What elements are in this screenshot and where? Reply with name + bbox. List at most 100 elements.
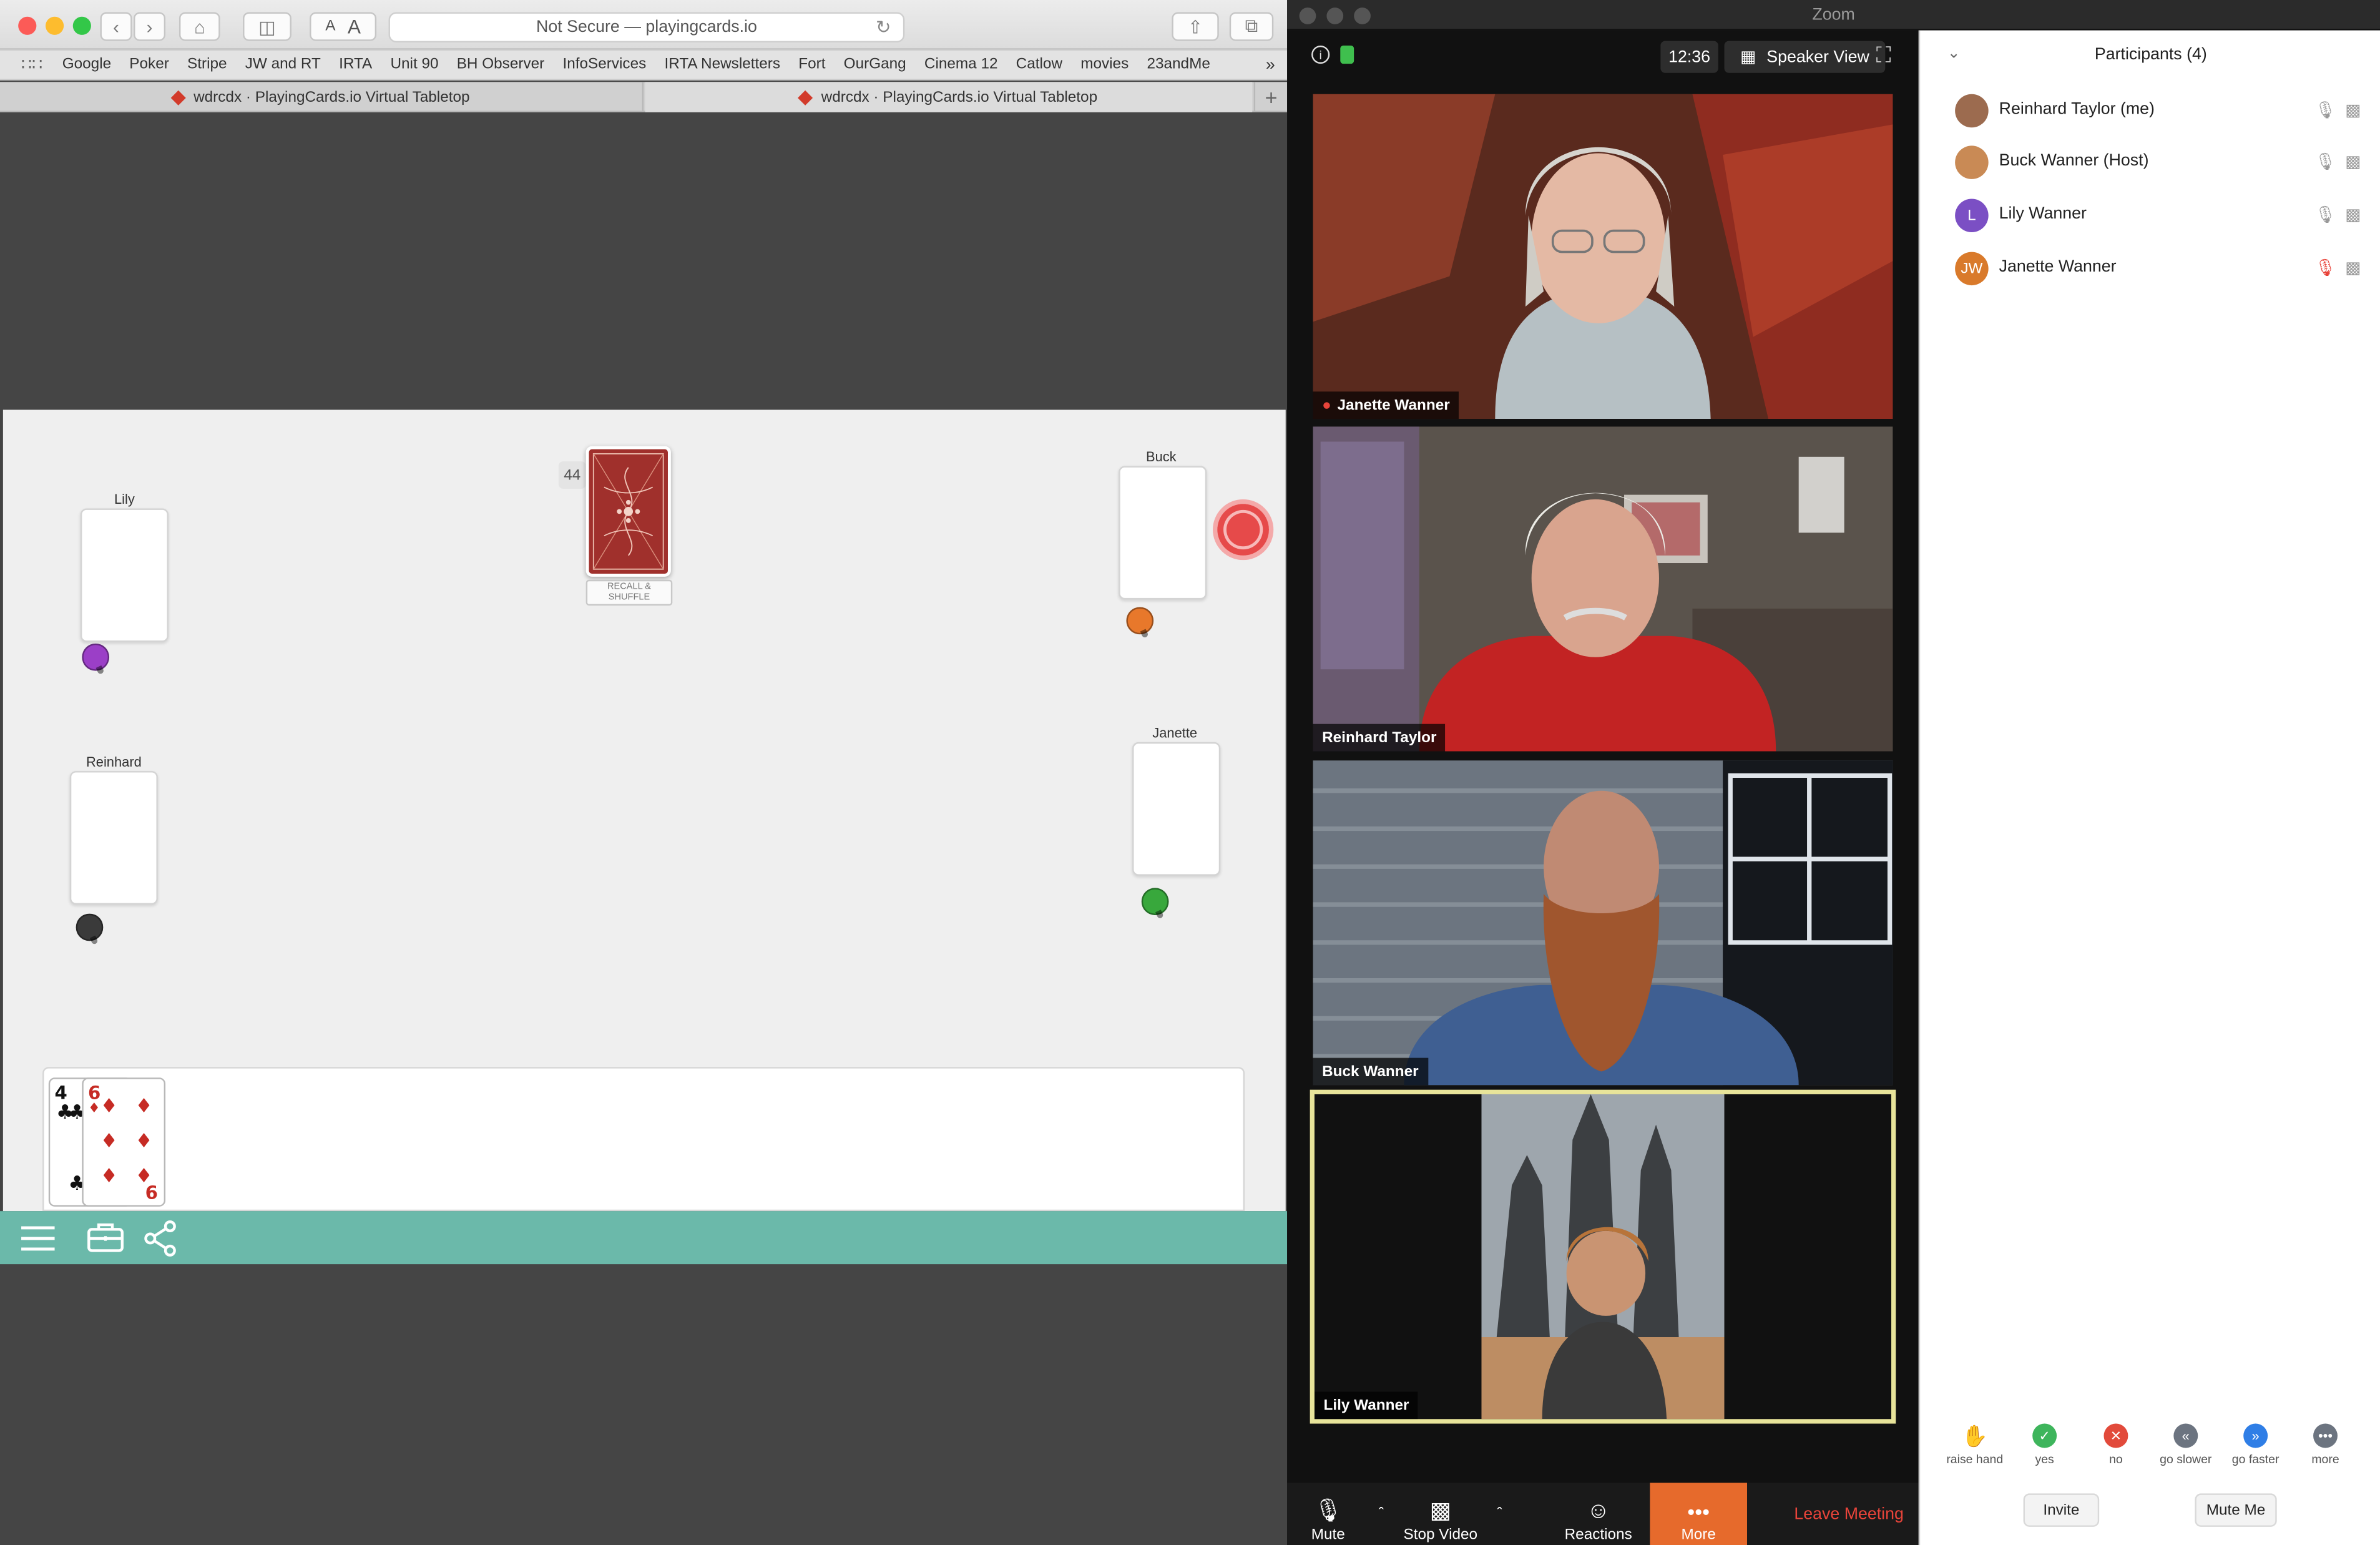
tab-overview-button[interactable]: ⧉ [1229, 12, 1274, 41]
bookmark-ourgang[interactable]: OurGang [844, 56, 906, 73]
reload-icon[interactable]: ↻ [876, 17, 891, 38]
player-slot-buck[interactable] [1119, 466, 1207, 600]
muted-mic-icon: ● [1322, 396, 1331, 414]
bookmark-infoservices[interactable]: InfoServices [562, 56, 646, 73]
chevron-up-icon: ˆ [1378, 1504, 1384, 1522]
deck-count-badge: 44 [558, 461, 586, 489]
close-window-button[interactable] [1299, 7, 1316, 24]
text-size-control[interactable]: AA [310, 12, 377, 41]
video-tile-buck[interactable]: Buck Wanner [1313, 760, 1893, 1086]
share-button[interactable]: ⇧ [1172, 12, 1219, 41]
forward-button[interactable]: › [133, 12, 166, 41]
leave-meeting-button[interactable]: Leave Meeting [1794, 1483, 1904, 1545]
bookmark-irta[interactable]: IRTA [339, 56, 372, 73]
playing-card-6-diamonds[interactable]: 6 ♦ ♦ ♦ ♦ ♦ ♦ ♦ 6 [82, 1077, 166, 1207]
reactions-button[interactable]: ☺ Reactions [1560, 1483, 1637, 1545]
video-camera-icon[interactable]: ▩ [2345, 100, 2361, 120]
go-faster-button[interactable]: » go faster [2221, 1423, 2291, 1466]
bookmark-23andme[interactable]: 23andMe [1147, 56, 1210, 73]
bookmark-fort[interactable]: Fort [798, 56, 825, 73]
reaction-label: yes [2035, 1452, 2054, 1466]
bookmark-bh-observer[interactable]: BH Observer [457, 56, 545, 73]
view-label: Speaker View [1766, 47, 1869, 66]
grid-icon[interactable]: ∷∷ [21, 55, 42, 74]
participant-row[interactable]: Reinhard Taylor (me) 🎙 ▩ [1920, 85, 2380, 137]
bookmark-movies[interactable]: movies [1080, 56, 1129, 73]
minimize-window-button[interactable] [1326, 7, 1344, 24]
player-slot-lily[interactable] [80, 508, 169, 642]
zoom-window-button[interactable] [72, 16, 91, 35]
diamond-suit-icon: ♦ [100, 1096, 118, 1119]
player-pin-janette[interactable] [1141, 888, 1169, 916]
briefcase-icon[interactable] [87, 1222, 125, 1253]
sidebar-button[interactable]: ◫ [243, 12, 291, 41]
tab-1[interactable]: wdrcdx · PlayingCards.io Virtual Tableto… [0, 82, 644, 112]
participant-row[interactable]: JW Janette Wanner 🎙 ▩ [1920, 243, 2380, 295]
video-options-button[interactable]: ˆ [1489, 1483, 1511, 1545]
video-camera-icon[interactable]: ▩ [2345, 258, 2361, 278]
player-pin-lily[interactable] [82, 643, 110, 671]
player-hand[interactable]: 4 ♣ ♣ ♣ 6 ♦ ♦ ♦ ♦ ♦ ♦ ♦ 6 [42, 1067, 1245, 1212]
bookmark-poker[interactable]: Poker [129, 56, 169, 73]
new-tab-button[interactable]: + [1253, 82, 1287, 112]
chevron-right-icon: › [146, 16, 153, 37]
back-button[interactable]: ‹ [100, 12, 132, 41]
mute-button[interactable]: 🎙 Mute [1305, 1483, 1351, 1545]
zoom-window-button[interactable] [1354, 7, 1371, 24]
microphone-icon[interactable]: 🎙 [2314, 100, 2336, 120]
card-deck[interactable] [585, 446, 671, 577]
video-tile-reinhard[interactable]: Reinhard Taylor [1313, 426, 1893, 752]
minimize-window-button[interactable] [45, 16, 64, 35]
stop-video-button[interactable]: ▩ Stop Video [1401, 1483, 1480, 1545]
video-tile-lily-active-speaker[interactable]: Lily Wanner [1310, 1089, 1896, 1424]
address-bar[interactable]: Not Secure — playingcards.io ↻ [388, 12, 905, 43]
tab-2[interactable]: wdrcdx · PlayingCards.io Virtual Tableto… [645, 82, 1253, 112]
invite-button[interactable]: Invite [2023, 1493, 2100, 1527]
bookmark-cinema-12[interactable]: Cinema 12 [924, 56, 998, 73]
close-window-button[interactable] [18, 16, 37, 35]
participant-name: Buck Wanner (Host) [1999, 152, 2149, 170]
check-icon: ✓ [2032, 1423, 2057, 1448]
bookmarks-overflow-icon[interactable]: » [1266, 56, 1275, 74]
participant-row[interactable]: Buck Wanner (Host) 🎙 ▩ [1920, 137, 2380, 189]
info-icon[interactable]: i [1311, 45, 1330, 64]
video-tile-janette[interactable]: ● Janette Wanner [1313, 94, 1893, 419]
lock-icon[interactable] [1340, 45, 1354, 64]
fullscreen-icon[interactable]: ⛶ [1876, 42, 1891, 68]
video-camera-icon[interactable]: ▩ [2345, 205, 2361, 225]
bookmark-jw-and-rt[interactable]: JW and RT [245, 56, 321, 73]
video-camera-icon[interactable]: ▩ [2345, 152, 2361, 172]
diamond-suit-icon: ♦ [135, 1131, 153, 1154]
player-pin-buck[interactable] [1126, 607, 1154, 635]
safari-window: ‹ › ⌂ ◫ AA Not Secure — playingcards.io … [0, 0, 1288, 1545]
recall-shuffle-button[interactable]: RECALL & SHUFFLE [585, 579, 673, 606]
player-slot-reinhard[interactable] [69, 771, 158, 905]
mute-me-button[interactable]: Mute Me [2195, 1493, 2277, 1527]
more-label: More [1681, 1526, 1716, 1544]
participant-row[interactable]: L Lily Wanner 🎙 ▩ [1920, 190, 2380, 242]
share-icon[interactable] [143, 1220, 179, 1257]
muted-microphone-icon[interactable]: 🎙 [2314, 258, 2336, 278]
more-button[interactable]: ••• More [1650, 1483, 1748, 1545]
text-larger-icon: A [347, 15, 361, 38]
bookmark-irta-newsletters[interactable]: IRTA Newsletters [664, 56, 780, 73]
microphone-icon[interactable]: 🎙 [2314, 205, 2336, 225]
video-camera-icon: ▩ [1429, 1498, 1452, 1524]
speaker-view-button[interactable]: ▦ Speaker View [1724, 41, 1886, 73]
bookmark-google[interactable]: Google [62, 56, 111, 73]
home-button[interactable]: ⌂ [179, 12, 220, 41]
yes-button[interactable]: ✓ yes [2010, 1423, 2080, 1466]
no-button[interactable]: ✕ no [2081, 1423, 2151, 1466]
go-slower-button[interactable]: « go slower [2151, 1423, 2221, 1466]
hamburger-menu-icon[interactable] [20, 1224, 56, 1254]
audio-options-button[interactable]: ˆ [1371, 1483, 1392, 1545]
raise-hand-button[interactable]: ✋ raise hand [1940, 1423, 2010, 1466]
bookmark-unit-90[interactable]: Unit 90 [390, 56, 438, 73]
microphone-icon[interactable]: 🎙 [2314, 152, 2336, 172]
turn-marker-token[interactable] [1213, 499, 1274, 561]
bookmark-catlow[interactable]: Catlow [1016, 56, 1062, 73]
player-pin-reinhard[interactable] [76, 913, 104, 941]
bookmark-stripe[interactable]: Stripe [187, 56, 227, 73]
player-slot-janette[interactable] [1132, 742, 1221, 876]
more-reactions-button[interactable]: ••• more [2291, 1423, 2361, 1466]
